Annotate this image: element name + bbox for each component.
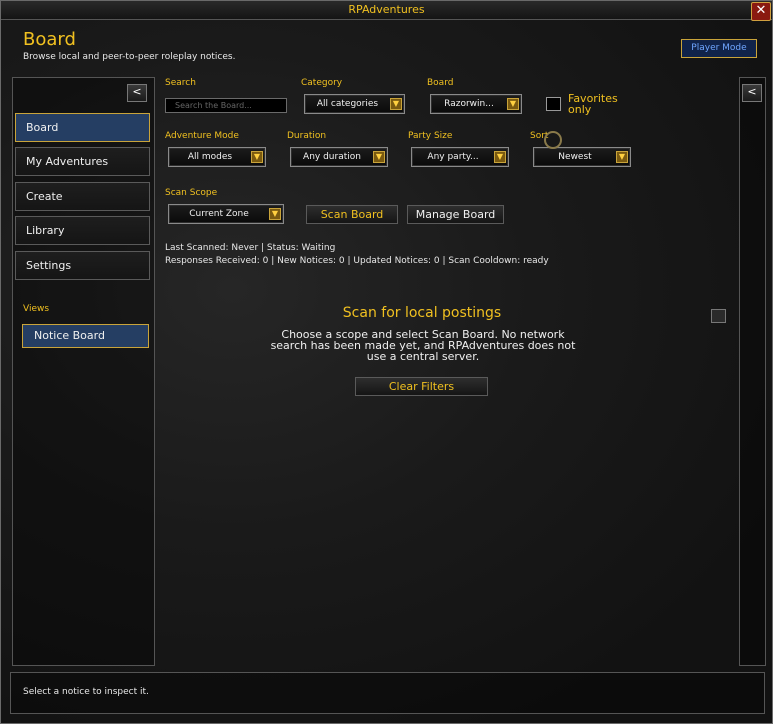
- scan-scope-dropdown[interactable]: Current Zone ▼: [168, 204, 284, 224]
- empty-state-body: Choose a scope and select Scan Board. No…: [270, 328, 576, 363]
- favorites-label: Favorites only: [568, 92, 618, 116]
- scan-scope-label: Scan Scope: [165, 188, 218, 198]
- party-size-value: Any party...: [427, 152, 479, 162]
- category-label: Category: [301, 78, 343, 88]
- board-dropdown[interactable]: Razorwin... ▼: [430, 94, 522, 114]
- category-value: All categories: [316, 99, 379, 109]
- duration-value: Any duration: [303, 152, 361, 162]
- dropdown-arrow-icon: ▼: [269, 208, 281, 220]
- scan-stats-line: Responses Received: 0 | New Notices: 0 |…: [165, 256, 549, 266]
- adventure-mode-label: Adventure Mode: [165, 131, 239, 141]
- sidebar-item-board[interactable]: Board: [15, 113, 150, 142]
- view-notice-board[interactable]: Notice Board: [22, 324, 149, 348]
- scan-status-line: Last Scanned: Never | Status: Waiting: [165, 243, 336, 253]
- sidebar-collapse-button[interactable]: <: [127, 84, 147, 102]
- dropdown-arrow-icon: ▼: [373, 151, 385, 163]
- scan-scope-value: Current Zone: [189, 209, 249, 219]
- dropdown-arrow-icon: ▼: [251, 151, 263, 163]
- sidebar-item-library[interactable]: Library: [15, 216, 150, 245]
- window-title: RPAdventures: [1, 1, 772, 20]
- dropdown-arrow-icon: ▼: [494, 151, 506, 163]
- scroll-toggle-icon[interactable]: [711, 309, 726, 323]
- close-icon[interactable]: ✕: [751, 2, 771, 21]
- sort-dropdown[interactable]: Newest ▼: [533, 147, 631, 167]
- sidebar-item-create[interactable]: Create: [15, 182, 150, 211]
- adventure-mode-dropdown[interactable]: All modes ▼: [168, 147, 266, 167]
- detail-collapse-button[interactable]: <: [742, 84, 762, 102]
- manage-board-button[interactable]: Manage Board: [407, 205, 504, 224]
- board-label: Board: [427, 78, 454, 88]
- clear-filters-button[interactable]: Clear Filters: [355, 377, 488, 396]
- search-label: Search: [165, 78, 196, 88]
- category-dropdown[interactable]: All categories ▼: [304, 94, 405, 114]
- page-title: Board: [23, 29, 76, 50]
- dropdown-arrow-icon: ▼: [616, 151, 628, 163]
- dropdown-arrow-icon: ▼: [390, 98, 402, 110]
- sidebar-item-settings[interactable]: Settings: [15, 251, 150, 280]
- duration-label: Duration: [287, 131, 327, 141]
- party-size-label: Party Size: [408, 131, 453, 141]
- sort-value: Newest: [558, 152, 592, 162]
- board-value: Razorwin...: [444, 99, 494, 109]
- duration-dropdown[interactable]: Any duration ▼: [290, 147, 388, 167]
- favorites-checkbox[interactable]: [546, 97, 561, 111]
- scan-board-button[interactable]: Scan Board: [306, 205, 398, 224]
- footer-status: Select a notice to inspect it.: [23, 687, 149, 697]
- page-subtitle: Browse local and peer-to-peer roleplay n…: [23, 52, 236, 62]
- cursor-icon: [544, 131, 562, 149]
- dropdown-arrow-icon: ▼: [507, 98, 519, 110]
- party-size-dropdown[interactable]: Any party... ▼: [411, 147, 509, 167]
- adventure-mode-value: All modes: [187, 152, 233, 162]
- player-mode-button[interactable]: Player Mode: [681, 39, 757, 58]
- empty-state-title: Scan for local postings: [342, 305, 502, 321]
- search-input[interactable]: Search the Board...: [165, 98, 287, 113]
- views-heading: Views: [23, 304, 50, 314]
- sidebar-item-my-adventures[interactable]: My Adventures: [15, 147, 150, 176]
- detail-panel-strip: [739, 77, 766, 666]
